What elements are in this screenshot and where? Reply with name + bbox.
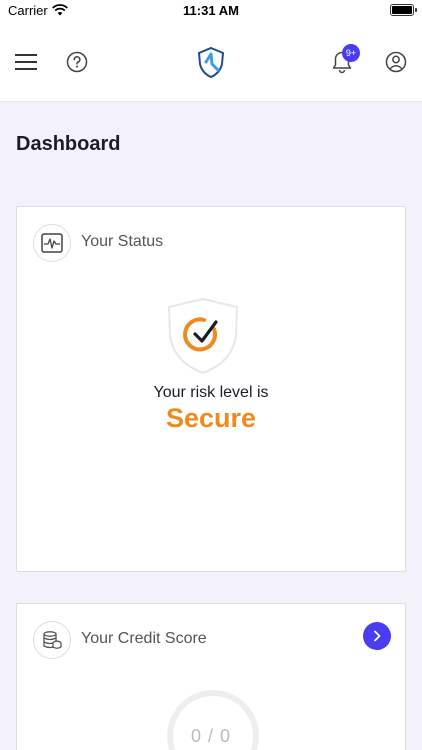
status-card-icon-wrap — [33, 224, 71, 262]
credit-card-icon-wrap — [33, 621, 71, 659]
logo-icon — [197, 46, 225, 78]
chevron-right-icon — [374, 630, 381, 642]
help-icon — [66, 51, 88, 73]
risk-level-label: Your risk level is — [153, 384, 269, 401]
app-header: 9+ — [0, 22, 422, 102]
profile-icon — [385, 51, 407, 73]
credit-score-card[interactable]: Your Credit Score 0 / 0 — [16, 603, 406, 750]
battery-icon — [390, 4, 417, 16]
menu-icon — [15, 54, 37, 70]
menu-button[interactable] — [12, 48, 40, 76]
profile-button[interactable] — [382, 48, 410, 76]
secure-shield-icon — [167, 297, 239, 375]
credit-card-title: Your Credit Score — [81, 630, 207, 647]
activity-monitor-icon — [41, 233, 63, 253]
notification-badge: 9+ — [342, 44, 360, 62]
credit-score-open-button[interactable] — [363, 622, 391, 650]
status-card[interactable]: Your Status Your risk level is Secure — [16, 206, 406, 572]
status-bar: Carrier 11:31 AM — [0, 0, 422, 22]
coins-stack-icon — [43, 631, 62, 649]
help-button[interactable] — [63, 48, 91, 76]
page-title: Dashboard — [16, 133, 121, 155]
clock-label: 11:31 AM — [183, 3, 239, 18]
risk-level-value: Secure — [165, 403, 257, 433]
credit-score-value: 0 / 0 — [190, 726, 232, 746]
status-card-title: Your Status — [81, 233, 164, 250]
